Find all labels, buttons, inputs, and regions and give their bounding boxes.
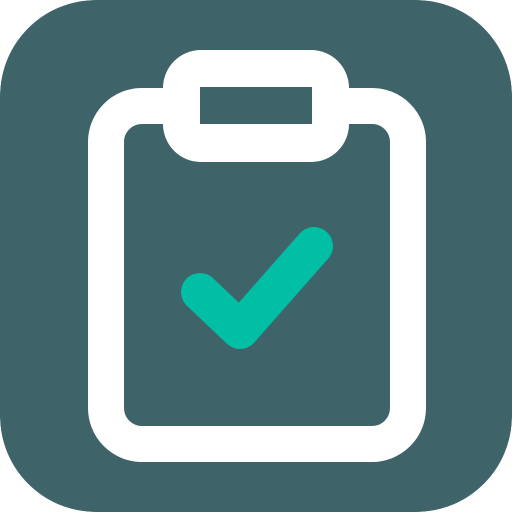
clipboard-clip-window (200, 87, 312, 124)
clipboard-check-icon (0, 0, 512, 512)
app-icon[interactable] (0, 0, 512, 512)
